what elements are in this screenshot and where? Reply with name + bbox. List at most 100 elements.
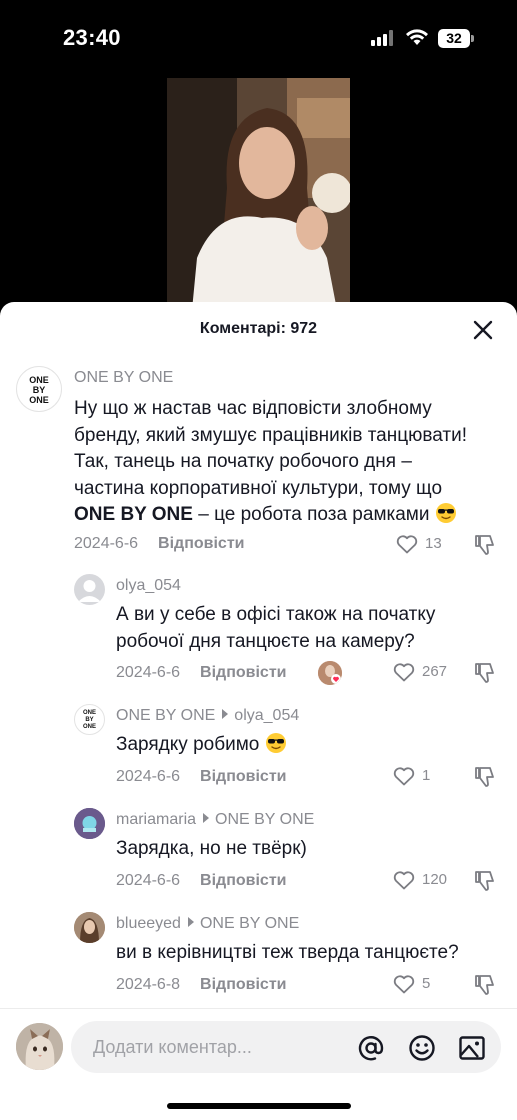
comment-meta: 2024-6-6 Відповісти (116, 872, 287, 890)
like-count: 5 (422, 975, 431, 992)
heart-icon (396, 535, 418, 554)
like-button[interactable]: 5 (392, 972, 462, 996)
comment-line: Зарядку робимо (116, 734, 260, 755)
like-count: 267 (422, 663, 448, 680)
comment-item: ONE BY ONE ONE BY ONE Ну що ж настав час… (0, 364, 517, 564)
comment-line: А ви у себе в офісі також на початку (116, 604, 436, 625)
comment-text-tail: – це робота поза рамками (192, 504, 430, 525)
reply-button[interactable]: Відповісти (200, 976, 286, 993)
current-user-avatar[interactable] (16, 1023, 63, 1070)
comment-date: 2024-6-6 (116, 768, 181, 785)
comment-input-placeholder: Додати коментар... (93, 1037, 252, 1057)
sunglasses-emoji-icon (435, 503, 456, 523)
comment-date: 2024-6-6 (116, 872, 181, 889)
comment-username[interactable]: ONE BY ONE (74, 369, 173, 387)
like-button[interactable]: 1 (392, 764, 462, 788)
reply-button[interactable]: Відповісти (200, 664, 286, 681)
avatar[interactable] (74, 912, 105, 943)
comment-meta: 2024-6-8 Відповісти (116, 976, 287, 994)
username-text: ONE BY ONE (116, 707, 216, 724)
cat-avatar-image (16, 1023, 63, 1070)
status-time: 23:40 (63, 25, 121, 50)
comment-bold-text: ONE BY ONE (74, 504, 193, 525)
emoji-icon[interactable] (408, 1034, 436, 1062)
username-text: olya_054 (116, 577, 181, 594)
avatar-logo-line: ONE (82, 710, 96, 716)
avatar-logo-line: ONE (29, 375, 49, 385)
reply-arrow-icon (203, 813, 210, 823)
comment-date: 2024-6-8 (116, 976, 181, 993)
avatar-logo-line: ONE (29, 395, 49, 405)
reply-button[interactable]: Відповісти (200, 872, 286, 889)
comments-title: Коментарі: 972 (199, 320, 318, 337)
comment-text: Ну що ж настав час відповісти злобному б… (74, 396, 504, 529)
reply-comment-item: ONE BY ONE ONE BY ONE olya_054 Зарядку ро… (0, 702, 517, 797)
user-avatar-image (74, 808, 105, 839)
signal-icon (371, 30, 397, 46)
comment-text: Зарядку робимо (116, 732, 506, 759)
comment-username[interactable]: mariamaria ONE BY ONE (116, 811, 314, 829)
comment-line: бренду, який змушує працівників танцюват… (74, 424, 467, 446)
dislike-icon[interactable] (473, 973, 497, 997)
reply-button[interactable]: Відповісти (200, 768, 286, 785)
close-icon[interactable] (472, 319, 494, 341)
avatar[interactable]: ONE BY ONE (16, 366, 62, 412)
avatar[interactable] (74, 574, 105, 605)
comment-username[interactable]: blueeyed ONE BY ONE (116, 915, 299, 933)
like-count: 1 (422, 767, 431, 784)
avatar-logo-line: BY (85, 717, 94, 723)
reply-to-username: olya_054 (234, 707, 300, 724)
comment-text: Зарядка, но не твёрк) (116, 836, 506, 863)
comment-line: ONE BY ONE – це робота поза рамками (74, 502, 504, 529)
like-button[interactable]: 120 (392, 868, 462, 892)
mention-icon[interactable] (357, 1034, 385, 1062)
sunglasses-emoji-icon (265, 733, 286, 753)
reply-arrow-icon (222, 709, 229, 719)
reply-comment-item: mariamaria ONE BY ONE Зарядка, но не твёр… (0, 806, 517, 901)
comment-text: ви в керівництві теж тверда танцюєте? (116, 940, 506, 967)
dislike-icon[interactable] (473, 533, 497, 557)
comment-line: Так, танець на початку робочого дня – (74, 451, 412, 472)
comment-username[interactable]: ONE BY ONE olya_054 (116, 707, 299, 725)
username-text: blueeyed (116, 915, 181, 932)
avatar[interactable] (74, 808, 105, 839)
comment-input[interactable]: Додати коментар... (71, 1021, 501, 1073)
reply-to-username: ONE BY ONE (199, 915, 300, 932)
creator-avatar-icon (318, 661, 342, 685)
comment-meta: 2024-6-6 Відповісти (116, 664, 287, 682)
comment-line: Зарядка, но не твёрк) (116, 838, 307, 859)
wifi-icon (406, 29, 428, 45)
comment-line: частина корпоративної культури, тому що (74, 477, 443, 499)
reply-comment-item: olya_054 А ви у себе в офісі також на по… (0, 572, 517, 692)
heart-icon (393, 767, 415, 786)
comments-sheet: Коментарі: 972 ONE BY ONE ONE BY ONE Ну … (0, 302, 517, 1120)
like-button[interactable]: 13 (395, 532, 465, 556)
like-button[interactable]: 267 (392, 660, 462, 684)
video-preview[interactable] (167, 78, 350, 310)
avatar-logo-line: ONE (82, 724, 96, 730)
user-avatar-image (74, 912, 105, 943)
heart-icon (393, 975, 415, 994)
status-bar: 23:40 32 (0, 0, 517, 78)
reply-button[interactable]: Відповісти (158, 535, 244, 552)
image-icon[interactable] (458, 1034, 486, 1062)
dislike-icon[interactable] (473, 765, 497, 789)
like-count: 120 (422, 871, 448, 888)
username-text: mariamaria (116, 811, 197, 828)
dislike-icon[interactable] (473, 869, 497, 893)
avatar[interactable]: ONE BY ONE (74, 704, 105, 735)
reply-comment-item: blueeyed ONE BY ONE ви в керівництві теж … (0, 910, 517, 1005)
reply-to-username: ONE BY ONE (215, 811, 315, 828)
comment-line: робочої дня танцюєте на камеру? (116, 630, 415, 652)
comment-date: 2024-6-6 (116, 664, 181, 681)
video-frame-image (167, 78, 350, 310)
comment-username[interactable]: olya_054 (116, 577, 181, 595)
username-text: ONE BY ONE (74, 369, 174, 386)
avatar-logo-line: BY (32, 385, 46, 395)
heart-icon (393, 663, 415, 682)
dislike-icon[interactable] (473, 661, 497, 685)
comment-meta: 2024-6-6 Відповісти (116, 768, 287, 786)
comment-line: ви в керівництві теж тверда танцюєте? (116, 942, 459, 963)
heart-icon (393, 871, 415, 890)
comment-text: А ви у себе в офісі також на початку роб… (116, 602, 506, 655)
